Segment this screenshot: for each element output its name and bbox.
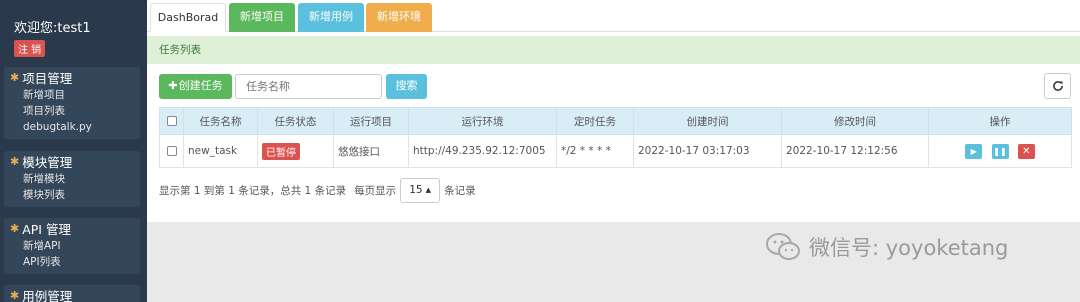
- cell-run-project: 悠悠接口: [333, 134, 409, 168]
- menu-title-label: 用例管理: [22, 288, 73, 302]
- caret-up-icon: ▲: [425, 186, 431, 194]
- gear-icon: ✱: [10, 154, 20, 168]
- menu-title-module[interactable]: ✱ 模块管理: [4, 151, 140, 171]
- tab-bar: DashBorad 新增项目 新增用例 新增环境: [147, 0, 1080, 32]
- gear-icon: ✱: [10, 221, 20, 235]
- close-icon: ✕: [1022, 145, 1031, 157]
- tab-add-env[interactable]: 新增环境: [366, 3, 432, 32]
- menu-title-api[interactable]: ✱ API 管理: [4, 218, 140, 238]
- pause-task-button[interactable]: ❚❚: [991, 143, 1009, 159]
- status-badge: 已暂停: [262, 142, 300, 160]
- menu-title-case[interactable]: ✱ 用例管理: [4, 285, 140, 302]
- menu-title-label: API 管理: [22, 221, 71, 237]
- table-header-row: 任务名称 任务状态 运行项目 运行环境 定时任务 创建时间 修改时间 操作: [159, 107, 1072, 135]
- header-select-all[interactable]: [159, 107, 184, 135]
- tab-add-project[interactable]: 新增项目: [229, 3, 295, 32]
- sidebar: 欢迎您:test1 注 销 ✱ 项目管理 新增项目 项目列表 debugtalk…: [0, 0, 147, 302]
- sidebar-item-api-list[interactable]: API列表: [4, 254, 140, 270]
- watermark-text: 微信号: yoyoketang: [809, 236, 1009, 260]
- logout-button[interactable]: 注 销: [14, 40, 46, 57]
- create-task-button[interactable]: ✚创建任务: [159, 74, 232, 99]
- header-task-name: 任务名称: [183, 107, 258, 135]
- sidebar-item-add-project[interactable]: 新增项目: [4, 87, 140, 103]
- sidebar-item-debugtalk[interactable]: debugtalk.py: [4, 119, 140, 135]
- sidebar-item-project-list[interactable]: 项目列表: [4, 103, 140, 119]
- page-size-select[interactable]: 15 ▲: [400, 177, 441, 203]
- run-task-button[interactable]: ▶: [965, 143, 983, 159]
- main-content: DashBorad 新增项目 新增用例 新增环境 任务列表 ✚创建任务 搜索 任…: [147, 0, 1080, 222]
- menu-title-label: 项目管理: [22, 70, 73, 86]
- header-run-project: 运行项目: [333, 107, 409, 135]
- header-task-status: 任务状态: [257, 107, 334, 135]
- wechat-icon: [766, 233, 800, 260]
- select-all-checkbox[interactable]: [166, 116, 177, 126]
- cell-run-env: http://49.235.92.12:7005: [408, 134, 557, 168]
- cell-actions: ▶ ❚❚ ✕: [928, 134, 1072, 168]
- gear-icon: ✱: [10, 70, 20, 84]
- header-actions: 操作: [928, 107, 1072, 135]
- row-select-cell[interactable]: [159, 134, 184, 168]
- cell-cron: */2 * * * *: [556, 134, 634, 168]
- gear-icon: ✱: [10, 288, 20, 302]
- welcome-text: 欢迎您:test1: [14, 21, 91, 36]
- sidebar-item-add-module[interactable]: 新增模块: [4, 171, 140, 187]
- task-table: 任务名称 任务状态 运行项目 运行环境 定时任务 创建时间 修改时间 操作 ne…: [159, 107, 1072, 168]
- sidebar-item-module-list[interactable]: 模块列表: [4, 187, 140, 203]
- menu-group-project: ✱ 项目管理 新增项目 项目列表 debugtalk.py: [4, 67, 140, 139]
- menu-title-project[interactable]: ✱ 项目管理: [4, 67, 140, 87]
- per-page-prefix: 每页显示: [354, 184, 397, 197]
- cell-created: 2022-10-17 03:17:03: [633, 134, 782, 168]
- plus-icon: ✚: [168, 79, 178, 92]
- row-checkbox[interactable]: [166, 146, 177, 156]
- pagination-bar: 显示第 1 到第 1 条记录，总共 1 条记录 每页显示 15 ▲ 条记录: [159, 177, 476, 203]
- wechat-watermark: 微信号: yoyoketang: [765, 232, 1008, 262]
- cell-task-status: 已暂停: [257, 134, 334, 168]
- pagination-summary: 显示第 1 到第 1 条记录，总共 1 条记录: [159, 184, 347, 197]
- play-icon: ▶: [970, 146, 977, 156]
- tab-dashboard[interactable]: DashBorad: [150, 3, 226, 32]
- pause-icon: ❚❚: [993, 146, 1007, 156]
- create-task-label: 创建任务: [178, 79, 223, 92]
- cell-modified: 2022-10-17 12:12:56: [781, 134, 929, 168]
- per-page-suffix: 条记录: [444, 184, 476, 197]
- menu-group-api: ✱ API 管理 新增API API列表: [4, 218, 140, 274]
- tab-add-case[interactable]: 新增用例: [298, 3, 364, 32]
- delete-task-button[interactable]: ✕: [1017, 143, 1035, 159]
- header-created: 创建时间: [633, 107, 782, 135]
- panel-title: 任务列表: [147, 36, 1080, 64]
- sidebar-item-add-api[interactable]: 新增API: [4, 238, 140, 254]
- menu-title-label: 模块管理: [22, 154, 73, 170]
- header-modified: 修改时间: [781, 107, 929, 135]
- refresh-button[interactable]: [1044, 73, 1071, 99]
- page-size-value: 15: [409, 184, 423, 196]
- header-run-env: 运行环境: [408, 107, 557, 135]
- task-name-search-input[interactable]: [235, 74, 382, 99]
- refresh-icon: [1052, 81, 1063, 91]
- header-cron: 定时任务: [556, 107, 634, 135]
- menu-group-case: ✱ 用例管理: [4, 285, 140, 302]
- search-button[interactable]: 搜索: [386, 74, 427, 99]
- menu-group-module: ✱ 模块管理 新增模块 模块列表: [4, 151, 140, 207]
- cell-task-name: new_task: [183, 134, 258, 168]
- table-row: new_task 已暂停 悠悠接口 http://49.235.92.12:70…: [159, 134, 1072, 168]
